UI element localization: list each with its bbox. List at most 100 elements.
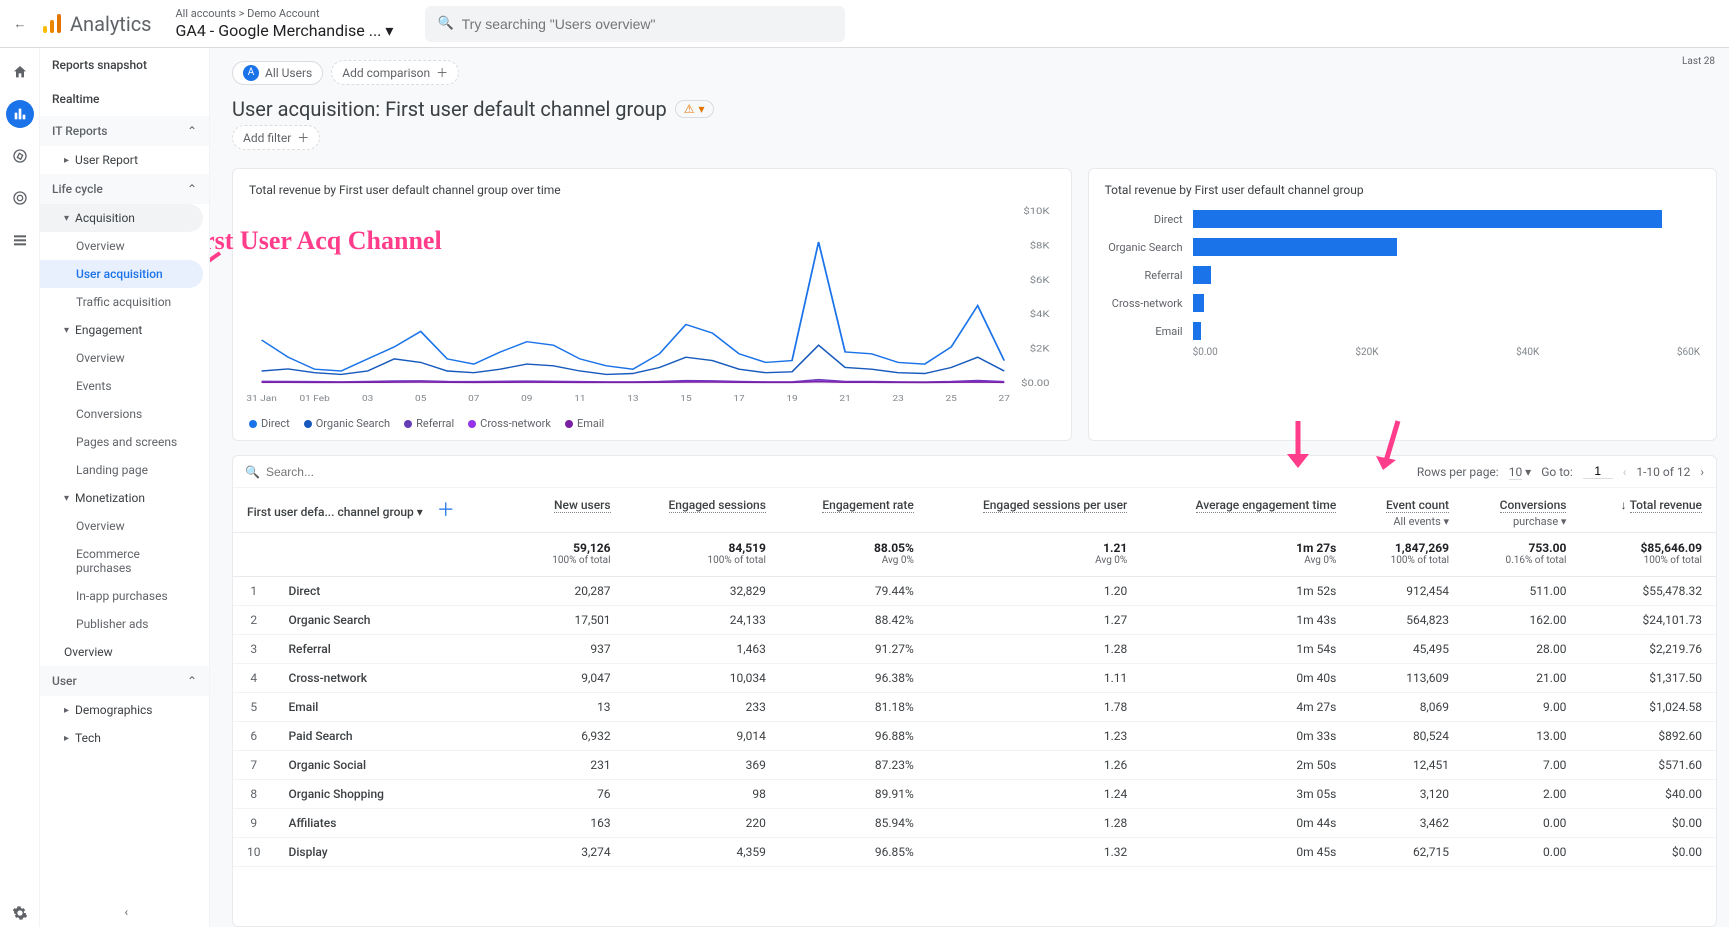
- svg-text:15: 15: [680, 395, 691, 404]
- th-new-users[interactable]: New users: [518, 488, 625, 533]
- svg-text:$10K: $10K: [1023, 205, 1050, 216]
- svg-text:17: 17: [733, 395, 744, 404]
- nav-it-reports[interactable]: IT Reports⌃: [40, 116, 209, 146]
- nav-monetization[interactable]: ▾Monetization: [40, 484, 209, 512]
- legend-item[interactable]: Referral: [404, 417, 454, 430]
- table-row[interactable]: 9Affiliates16322085.94%1.280m 44s3,4620.…: [233, 809, 1716, 838]
- th-sessions-per-user[interactable]: Engaged sessions per user: [928, 488, 1141, 533]
- global-search-input[interactable]: [462, 16, 834, 32]
- nav-traffic-acquisition[interactable]: Traffic acquisition: [40, 288, 209, 316]
- nav-ecommerce-purchases[interactable]: Ecommerce purchases: [40, 540, 209, 582]
- table-row[interactable]: 8Organic Shopping769889.91%1.243m 05s3,1…: [233, 780, 1716, 809]
- date-range-label[interactable]: Last 28: [1682, 56, 1715, 67]
- table-row[interactable]: 5Email1323381.18%1.784m 27s8,0699.00$1,0…: [233, 693, 1716, 722]
- nav-publisher-ads[interactable]: Publisher ads: [40, 610, 209, 638]
- table-row[interactable]: 2Organic Search17,50124,13388.42%1.271m …: [233, 606, 1716, 635]
- chevron-down-icon: ▾: [385, 21, 393, 40]
- rail-configure[interactable]: [6, 226, 34, 254]
- th-conversions[interactable]: Conversionspurchase ▾: [1463, 488, 1580, 533]
- nav-acquisition[interactable]: ▾Acquisition: [40, 204, 203, 232]
- chip-add-filter[interactable]: Add filter＋: [232, 125, 320, 150]
- chevron-down-icon: ▾: [417, 505, 423, 519]
- global-search[interactable]: 🔍: [425, 6, 845, 42]
- threshold-warning[interactable]: ⚠▾: [675, 100, 714, 118]
- hbar-row: Referral: [1105, 261, 1700, 289]
- th-avg-engagement[interactable]: Average engagement time: [1141, 488, 1350, 533]
- back-arrow[interactable]: ←: [8, 16, 32, 32]
- nav-realtime[interactable]: Realtime: [40, 82, 209, 116]
- add-secondary-dimension[interactable]: ＋: [435, 498, 457, 520]
- table-row[interactable]: 1Direct20,28732,82979.44%1.201m 52s912,4…: [233, 577, 1716, 606]
- chevron-right-icon[interactable]: ›: [1700, 465, 1704, 479]
- rail-home[interactable]: [6, 58, 34, 86]
- line-chart-legend: Direct Organic Search Referral Cross-networ…: [249, 417, 1055, 430]
- data-table-card: 🔍 Rows per page: 10 ▾ Go to: ‹ 1-10 of 1…: [232, 455, 1717, 927]
- bar-chart-card: Total revenue by First user default chan…: [1088, 168, 1717, 441]
- nav-acq-overview[interactable]: Overview: [40, 232, 209, 260]
- svg-text:31 Jan: 31 Jan: [246, 395, 276, 404]
- nav-conversions[interactable]: Conversions: [40, 400, 209, 428]
- chip-add-comparison[interactable]: Add comparison＋: [331, 60, 459, 85]
- legend-item[interactable]: Cross-network: [468, 417, 551, 430]
- nav-pages-screens[interactable]: Pages and screens: [40, 428, 209, 456]
- nav-events[interactable]: Events: [40, 372, 209, 400]
- nav-mon-overview[interactable]: Overview: [40, 512, 209, 540]
- rail-reports[interactable]: [6, 100, 34, 128]
- table-row[interactable]: 7Organic Social23136987.23%1.262m 50s12,…: [233, 751, 1716, 780]
- rail-advertising[interactable]: [6, 184, 34, 212]
- bar-chart-axis: $0.00$20K$40K$60K: [1193, 347, 1700, 358]
- table-search-input[interactable]: [266, 465, 421, 479]
- report-nav: Reports snapshot Realtime IT Reports⌃ ▸U…: [40, 48, 210, 927]
- table-row[interactable]: 4Cross-network9,04710,03496.38%1.110m 40…: [233, 664, 1716, 693]
- hbar-row: Organic Search: [1105, 233, 1700, 261]
- hbar-row: Direct: [1105, 205, 1700, 233]
- main-content: Last 28 AAll Users Add comparison＋ User …: [210, 48, 1729, 927]
- nav-eng-overview[interactable]: Overview: [40, 344, 209, 372]
- chip-badge: A: [243, 65, 259, 81]
- nav-engagement[interactable]: ▾Engagement: [40, 316, 209, 344]
- rail-admin[interactable]: [6, 899, 34, 927]
- nav-inapp-purchases[interactable]: In-app purchases: [40, 582, 209, 610]
- chip-all-users[interactable]: AAll Users: [232, 61, 323, 85]
- caret-icon: ▸: [64, 705, 69, 716]
- svg-text:11: 11: [574, 395, 585, 404]
- th-event-count[interactable]: Event countAll events ▾: [1350, 488, 1463, 533]
- chevron-left-icon[interactable]: ‹: [1623, 465, 1627, 479]
- svg-text:25: 25: [946, 395, 957, 404]
- rows-per-page-select[interactable]: 10 ▾: [1509, 465, 1532, 479]
- line-chart: $0.00$2K$4K$6K$8K$10K31 Jan01 Feb0305070…: [249, 205, 1055, 405]
- analytics-logo-icon: [40, 12, 64, 36]
- legend-item[interactable]: Email: [565, 417, 604, 430]
- product-name: Analytics: [70, 12, 152, 36]
- nav-user-acquisition[interactable]: User acquisition: [40, 260, 203, 288]
- hbar-row: Cross-network: [1105, 289, 1700, 317]
- nav-reports-snapshot[interactable]: Reports snapshot: [40, 48, 209, 82]
- th-dimension[interactable]: First user defa... channel group ▾ ＋: [233, 488, 518, 533]
- caret-icon: ▾: [64, 493, 69, 504]
- table-row[interactable]: 3Referral9371,46391.27%1.281m 54s45,4952…: [233, 635, 1716, 664]
- nav-retention-overview[interactable]: Overview: [40, 638, 209, 666]
- hbar-label: Direct: [1105, 213, 1183, 226]
- line-chart-card: Total revenue by First user default chan…: [232, 168, 1072, 441]
- th-engagement-rate[interactable]: Engagement rate: [780, 488, 928, 533]
- nav-tech[interactable]: ▸Tech: [40, 724, 209, 752]
- table-row[interactable]: 10Display3,2744,35996.85%1.320m 45s62,71…: [233, 838, 1716, 867]
- legend-item[interactable]: Organic Search: [304, 417, 390, 430]
- table-row[interactable]: 6Paid Search6,9329,01496.88%1.230m 33s80…: [233, 722, 1716, 751]
- nav-user-report[interactable]: ▸User Report: [40, 146, 209, 174]
- nav-user-group[interactable]: User⌃: [40, 666, 209, 696]
- legend-item[interactable]: Direct: [249, 417, 290, 430]
- nav-life-cycle[interactable]: Life cycle⌃: [40, 174, 209, 204]
- table-search[interactable]: 🔍: [245, 465, 1409, 479]
- svg-text:09: 09: [521, 395, 532, 404]
- property-selector[interactable]: All accounts > Demo Account GA4 - Google…: [176, 7, 394, 39]
- th-engaged-sessions[interactable]: Engaged sessions: [625, 488, 780, 533]
- th-total-revenue[interactable]: ↓ Total revenue: [1580, 488, 1716, 533]
- rail-explore[interactable]: [6, 142, 34, 170]
- nav-landing-page[interactable]: Landing page: [40, 456, 209, 484]
- nav-demographics[interactable]: ▸Demographics: [40, 696, 209, 724]
- goto-input[interactable]: [1583, 464, 1613, 479]
- svg-text:19: 19: [786, 395, 797, 404]
- collapse-nav-icon[interactable]: ‹: [125, 905, 129, 919]
- svg-text:$0.00: $0.00: [1021, 377, 1050, 388]
